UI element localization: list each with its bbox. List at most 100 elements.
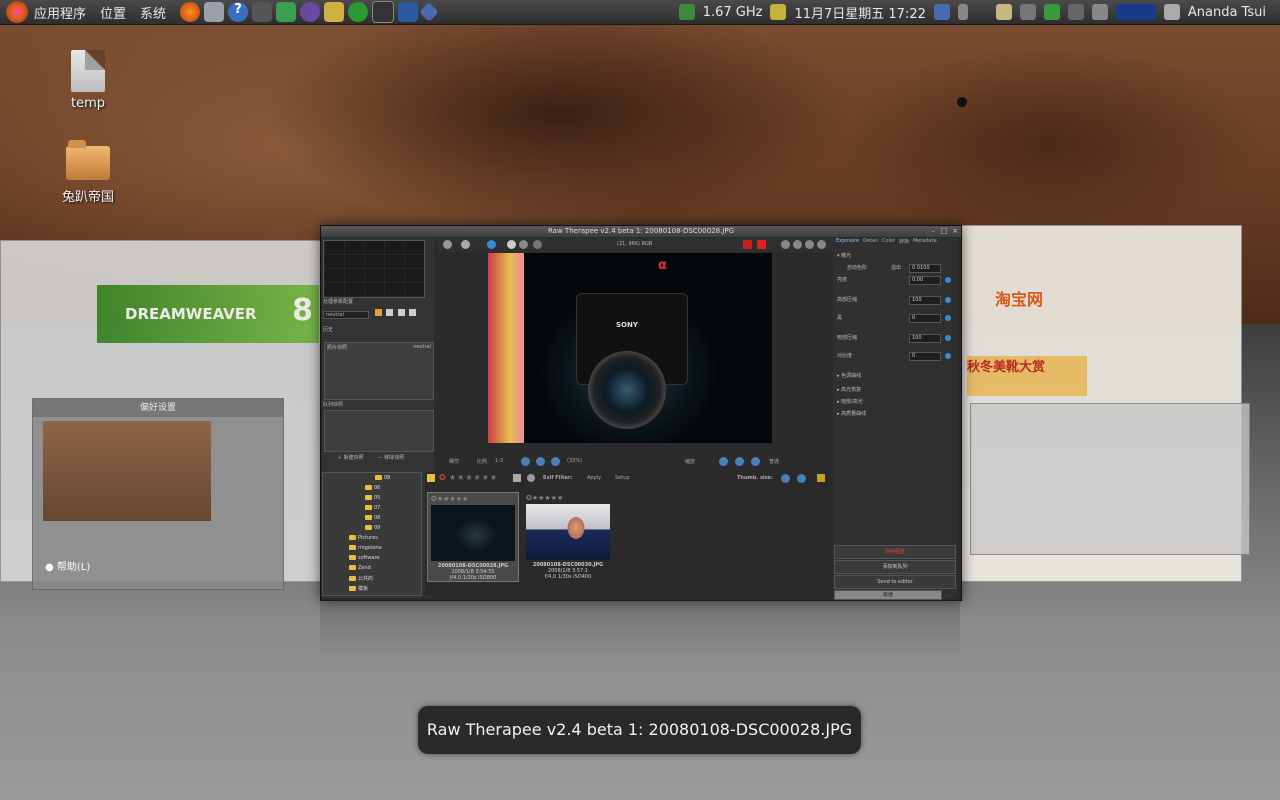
slider-value[interactable]: 100 bbox=[909, 334, 941, 343]
folder-item[interactable]: 模板 bbox=[349, 585, 368, 593]
desktop-icon-folder[interactable]: 兔趴帝国 bbox=[48, 138, 128, 205]
profile-select[interactable]: neutral bbox=[323, 309, 433, 319]
detail-zoom-out-icon[interactable] bbox=[751, 457, 760, 466]
profile-value[interactable]: neutral bbox=[323, 311, 369, 319]
slider-black[interactable]: 黑 0 bbox=[837, 314, 953, 323]
folder-item[interactable]: Pictures bbox=[349, 535, 378, 543]
reset-icon[interactable] bbox=[945, 277, 951, 283]
folder-item[interactable]: ringstone bbox=[349, 545, 382, 553]
crop-icon[interactable] bbox=[533, 240, 542, 249]
raw-therapee-window[interactable]: Raw Therapee v2.4 beta 1: 20080108-DSC00… bbox=[320, 225, 962, 601]
username[interactable]: Ananda Tsui bbox=[1188, 5, 1266, 20]
help-icon[interactable]: ? bbox=[228, 2, 249, 22]
volume-icon[interactable] bbox=[957, 4, 968, 20]
close-button[interactable]: × bbox=[951, 227, 959, 235]
tab-color[interactable]: Color bbox=[882, 238, 895, 248]
reset-icon[interactable] bbox=[945, 297, 951, 303]
detail-zoom-fit-icon[interactable] bbox=[735, 457, 744, 466]
diamond-app-icon[interactable] bbox=[419, 2, 439, 22]
group-highlight-recovery[interactable]: ▸ 高光恢复 bbox=[837, 386, 953, 394]
keyboard-icon[interactable] bbox=[1091, 4, 1108, 20]
slider-shadow-compression[interactable]: 暗部压缩 100 bbox=[837, 334, 953, 343]
app-launcher-icon[interactable] bbox=[276, 2, 297, 22]
folder-item[interactable]: 08 bbox=[375, 475, 390, 483]
zoom-fit-icon[interactable] bbox=[536, 457, 545, 466]
apply-button[interactable]: Apply bbox=[587, 475, 601, 481]
notes-icon[interactable] bbox=[770, 4, 787, 20]
slider-value[interactable]: 100 bbox=[909, 296, 941, 305]
folder-tree[interactable]: 08 06 05 07 08 09 Pictures ringstone sof… bbox=[322, 472, 422, 596]
thumb-zoom-in-icon[interactable] bbox=[781, 474, 790, 483]
thumb-zoom-out-icon[interactable] bbox=[797, 474, 806, 483]
tab-detail[interactable]: Detail bbox=[863, 238, 878, 248]
thumbnail-item[interactable]: ✪★★★★★ 20080108-DSC00030.JPG 2008/1/8 3:… bbox=[523, 492, 613, 580]
pin-icon[interactable] bbox=[461, 240, 470, 249]
slider-value[interactable]: 0.00 bbox=[909, 276, 941, 285]
tab-transform[interactable]: 转换 bbox=[899, 238, 909, 248]
logout-icon[interactable] bbox=[1163, 4, 1180, 20]
device-icon[interactable] bbox=[1019, 4, 1036, 20]
add-snapshot-button[interactable]: ＋ 新建快照 bbox=[337, 454, 364, 461]
remove-snapshot-button[interactable]: － 移除快照 bbox=[378, 454, 405, 461]
rank-filter-icon[interactable]: ✪ bbox=[439, 473, 446, 482]
rotate-right-icon[interactable] bbox=[793, 240, 802, 249]
slider-value[interactable]: 0 bbox=[909, 314, 941, 323]
slider-value[interactable]: 0 bbox=[909, 352, 941, 361]
rating-stars[interactable]: ✪★★★★★ bbox=[526, 494, 563, 502]
network-icon[interactable] bbox=[933, 4, 950, 20]
slider-highlight-compression[interactable]: 高部压缩 100 bbox=[837, 296, 953, 305]
group-tone-curve[interactable]: ▸ 色调曲线 bbox=[837, 372, 953, 380]
envelope-icon[interactable] bbox=[995, 4, 1012, 20]
filter-settings-icon[interactable] bbox=[527, 474, 535, 482]
pidgin-icon[interactable] bbox=[300, 2, 321, 22]
menu-system[interactable]: 系统 bbox=[140, 3, 166, 22]
clip-shadow-icon[interactable] bbox=[743, 240, 752, 249]
workspace-switcher[interactable] bbox=[1115, 4, 1156, 20]
save-profile-icon[interactable] bbox=[386, 309, 394, 316]
folder-item[interactable]: Zend bbox=[349, 565, 371, 573]
queue-button[interactable]: 添加到队列 bbox=[834, 560, 956, 574]
group-hq-curve[interactable]: ▸ 高质量曲线 bbox=[837, 410, 953, 418]
auto-levels-button[interactable]: 自动色阶 bbox=[847, 265, 867, 271]
send-to-editor-button[interactable]: Send to editor bbox=[834, 575, 956, 589]
slider-brightness[interactable]: 亮度 0.00 bbox=[837, 276, 953, 285]
image-preview[interactable]: SONY α bbox=[488, 253, 772, 443]
detail-zoom-in-icon[interactable] bbox=[719, 457, 728, 466]
thumbnail-item[interactable]: ✪★★★★★ 20080108-DSC00028.JPG 2008/1/8 3:… bbox=[427, 492, 519, 582]
editor-icon[interactable] bbox=[324, 2, 345, 22]
exposure-section[interactable]: ▾ 曝光 bbox=[837, 252, 953, 260]
folder-item[interactable]: 08 bbox=[365, 515, 380, 523]
copy-profile-icon[interactable] bbox=[397, 309, 405, 316]
open-profile-icon[interactable] bbox=[374, 309, 382, 316]
info-icon[interactable] bbox=[487, 240, 496, 249]
detail-mode[interactable]: 普通 bbox=[769, 458, 779, 465]
terminal-launcher-icon[interactable] bbox=[252, 2, 273, 22]
reset-icon[interactable] bbox=[945, 335, 951, 341]
reset-icon[interactable] bbox=[945, 353, 951, 359]
window-titlebar[interactable]: Raw Therapee v2.4 beta 1: 20080108-DSC00… bbox=[321, 226, 961, 237]
im-status-icon[interactable] bbox=[1043, 4, 1060, 20]
folder-item[interactable]: 06 bbox=[365, 485, 380, 493]
group-shadows-highlights[interactable]: ▸ 暗部/高光 bbox=[837, 398, 953, 406]
folder-item[interactable]: 公共的 bbox=[349, 575, 373, 583]
ratio-value[interactable]: 1:3 bbox=[495, 458, 503, 464]
trash-icon[interactable] bbox=[513, 474, 521, 482]
green-app-icon[interactable] bbox=[348, 2, 369, 22]
paste-profile-icon[interactable] bbox=[409, 309, 417, 316]
slider-contrast[interactable]: 对比度 0 bbox=[837, 352, 953, 361]
folder-item[interactable]: 07 bbox=[365, 505, 380, 513]
folder-item[interactable]: 09 bbox=[365, 525, 380, 533]
ubuntu-logo-icon[interactable] bbox=[6, 1, 28, 23]
snapshot-list[interactable] bbox=[324, 410, 434, 452]
desktop-icon-temp[interactable]: temp bbox=[48, 50, 128, 111]
rotate-left-icon[interactable] bbox=[781, 240, 790, 249]
menu-places[interactable]: 位置 bbox=[100, 3, 126, 22]
menu-applications[interactable]: 应用程序 bbox=[34, 3, 86, 22]
hand-tool-icon[interactable] bbox=[507, 240, 516, 249]
folder-item[interactable]: 05 bbox=[365, 495, 380, 503]
clip-highlight-icon[interactable] bbox=[757, 240, 766, 249]
grid-toggle-icon[interactable] bbox=[817, 474, 825, 482]
white-balance-icon[interactable] bbox=[519, 240, 528, 249]
save-image-button[interactable]: 保存图像 bbox=[834, 545, 956, 559]
network-app-icon[interactable] bbox=[398, 2, 419, 22]
